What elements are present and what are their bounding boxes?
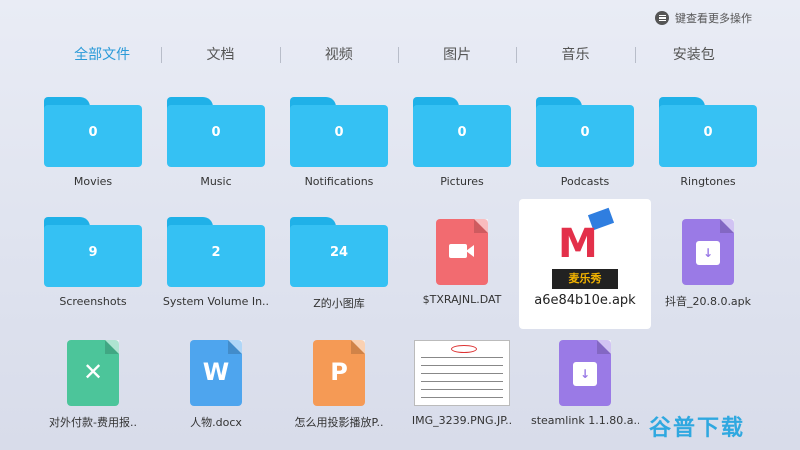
- image-thumbnail: [414, 340, 510, 406]
- file-item[interactable]: ↓ 抖音_20.8.0.apk: [652, 217, 764, 345]
- excel-file-icon: ✕: [67, 340, 119, 406]
- tab-all-files[interactable]: 全部文件: [43, 44, 161, 64]
- file-label: IMG_3239.PNG.JP..: [411, 414, 513, 427]
- menu-hint: 键查看更多操作: [655, 10, 752, 26]
- file-item[interactable]: W 人物.docx: [160, 338, 272, 450]
- file-label: steamlink 1.1.80.a..: [531, 414, 639, 427]
- ppt-file-icon: P: [313, 340, 365, 406]
- file-label: 抖音_20.8.0.apk: [664, 295, 752, 308]
- folder-item[interactable]: 0 Notifications: [283, 97, 395, 225]
- file-item-selected[interactable]: M 麦乐秀 a6e84b10e.apk: [519, 199, 651, 329]
- folder-label: Ringtones: [680, 175, 736, 188]
- file-item[interactable]: P 怎么用投影播放P..: [283, 338, 395, 450]
- folder-item[interactable]: 0 Music: [160, 97, 272, 225]
- folder-icon: 0: [536, 97, 634, 167]
- watermark: 谷普下载: [648, 416, 745, 441]
- folder-icon: 0: [413, 97, 511, 167]
- menu-icon: [655, 11, 669, 25]
- folder-label: Music: [200, 175, 232, 188]
- folder-item[interactable]: 24 Z的小图库: [283, 217, 395, 345]
- tab-packages[interactable]: 安装包: [634, 44, 753, 64]
- apk-file-icon: ↓: [682, 219, 734, 285]
- folder-icon: 0: [167, 97, 265, 167]
- folder-item[interactable]: 0 Ringtones: [652, 97, 764, 225]
- file-item[interactable]: IMG_3239.PNG.JP..: [406, 338, 518, 450]
- folder-icon: 2: [167, 217, 265, 287]
- folder-icon: 9: [44, 217, 142, 287]
- folder-label: System Volume In..: [162, 295, 270, 308]
- folder-icon: 24: [290, 217, 388, 287]
- folder-label: Notifications: [304, 175, 374, 188]
- file-item[interactable]: ✕ 对外付款-费用报..: [37, 338, 149, 450]
- file-label: $TXRAJNL.DAT: [422, 293, 502, 306]
- file-label: a6e84b10e.apk: [534, 293, 636, 308]
- folder-icon: 0: [290, 97, 388, 167]
- folder-item[interactable]: 2 System Volume In..: [160, 217, 272, 345]
- file-label: 对外付款-费用报..: [49, 416, 137, 429]
- tab-pictures[interactable]: 图片: [397, 44, 516, 64]
- video-file-icon: [436, 219, 488, 285]
- word-file-icon: W: [190, 340, 242, 406]
- tab-documents[interactable]: 文档: [161, 44, 279, 64]
- tab-music[interactable]: 音乐: [516, 44, 634, 64]
- folder-label: Pictures: [440, 175, 484, 188]
- folder-label: Podcasts: [560, 175, 610, 188]
- folder-label: Movies: [73, 175, 113, 188]
- file-label: 人物.docx: [190, 416, 242, 429]
- app-logo: M 麦乐秀: [550, 207, 620, 291]
- file-item[interactable]: $TXRAJNL.DAT: [406, 217, 518, 345]
- tab-videos[interactable]: 视频: [279, 44, 398, 64]
- category-tabs: 全部文件 文档 视频 图片 音乐 安装包: [43, 40, 753, 68]
- folder-icon: 0: [44, 97, 142, 167]
- folder-item[interactable]: 0 Pictures: [406, 97, 518, 225]
- file-item[interactable]: ↓ steamlink 1.1.80.a..: [529, 338, 641, 450]
- apk-file-icon: ↓: [559, 340, 611, 406]
- folder-label: Z的小图库: [313, 297, 365, 310]
- folder-icon: 0: [659, 97, 757, 167]
- folder-label: Screenshots: [59, 295, 127, 308]
- folder-item[interactable]: 0 Movies: [37, 97, 149, 225]
- menu-hint-text: 键查看更多操作: [675, 12, 752, 25]
- file-label: 怎么用投影播放P..: [294, 416, 384, 429]
- folder-item[interactable]: 9 Screenshots: [37, 217, 149, 345]
